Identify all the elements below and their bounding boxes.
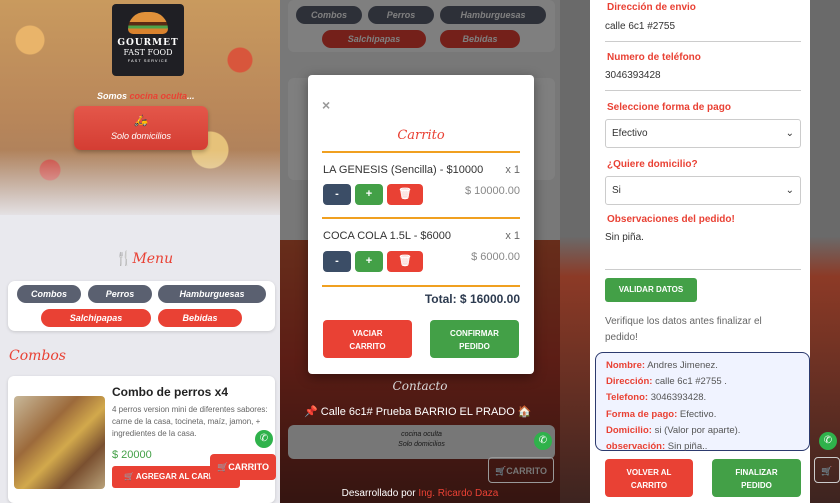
home-icon: 🏠 (517, 406, 532, 418)
floating-cart-button[interactable]: 🛒 (814, 457, 840, 483)
floating-cart-button[interactable]: 🛒CARRITO (210, 454, 276, 480)
whatsapp-icon[interactable]: ✆ (534, 432, 552, 450)
product-price: $ 20000 (112, 449, 152, 461)
menu-title: 🍴Menu (115, 251, 174, 267)
back-to-cart-button[interactable]: VOLVER AL CARRITO (605, 459, 693, 497)
cart-item-name: COCA COLA 1.5L - $6000 (323, 230, 451, 242)
product-card: Combo de perros x4 4 perros version mini… (8, 376, 275, 503)
summary-row: Dirección: calle 6c1 #2755 . (606, 376, 727, 388)
floating-cart-button[interactable]: 🛒CARRITO (488, 457, 554, 483)
menu-screen: GOURMET FAST FOOD FAST SERVICE Somos coc… (0, 0, 280, 503)
order-summary: Nombre: Andres Jimenez. Dirección: calle… (595, 352, 810, 452)
cart-item-name: LA GENESIS (Sencilla) - $10000 (323, 164, 484, 176)
section-title: Combos (9, 348, 66, 364)
verify-note: Verifique los datos antes finalizar el p… (605, 316, 762, 343)
delivery-label: ¿Quiere domicilio? (607, 159, 698, 170)
delete-item-button[interactable]: 🗑 (387, 251, 423, 272)
cart-item-subtotal: $ 6000.00 (471, 251, 520, 263)
category-combos[interactable]: Combos (17, 285, 81, 303)
delivery-select[interactable]: Si ⌄ (605, 176, 801, 205)
contact-address: 📌 Calle 6c1# Prueba BARRIO EL PRADO 🏠 (304, 406, 532, 418)
trash-icon: 🗑 (398, 255, 412, 267)
delete-item-button[interactable]: 🗑 (387, 184, 423, 205)
checkout-form: Dirección de envio calle 6c1 #2755 Numer… (590, 0, 810, 503)
payment-label: Seleccione forma de pago (607, 102, 731, 113)
confirm-order-button[interactable]: CONFIRMAR PEDIDO (430, 320, 519, 358)
summary-row: observación: Sin piña.. (606, 441, 708, 453)
validate-data-button[interactable]: VALIDAR DATOS (605, 278, 697, 302)
summary-row: Nombre: Andres Jimenez. (606, 360, 718, 371)
clear-cart-button[interactable]: VACIAR CARRITO (323, 320, 412, 358)
cart-modal: × Carrito LA GENESIS (Sencilla) - $10000… (308, 75, 534, 374)
notes-field[interactable]: Sin piña. (605, 232, 644, 243)
cart-item-qty: x 1 (505, 164, 520, 176)
decrease-qty-button[interactable]: - (323, 184, 351, 205)
summary-row: Telefono: 3046393428. (606, 392, 707, 404)
phone-label: Numero de teléfono (607, 52, 701, 63)
burger-icon (128, 12, 168, 34)
close-icon[interactable]: × (322, 97, 330, 113)
phone-field[interactable]: 3046393428 (605, 70, 661, 81)
contact-title: Contacto (392, 379, 448, 393)
cart-total: Total: $ 16000.00 (424, 292, 520, 306)
delivery-only-button[interactable]: 🛵 Solo domicilios (74, 106, 208, 150)
whatsapp-icon[interactable]: ✆ (255, 430, 273, 448)
summary-row: Domicilio: si (Valor por aparte). (606, 424, 741, 436)
category-menu: Combos Perros Hamburguesas Salchipapas B… (8, 281, 275, 331)
fork-knife-icon: 🍴 (115, 251, 133, 267)
category-perros[interactable]: Perros (88, 285, 152, 303)
chevron-down-icon: ⌄ (785, 128, 794, 139)
chevron-down-icon: ⌄ (785, 185, 794, 196)
payment-select[interactable]: Efectivo ⌄ (605, 119, 801, 148)
category-bebidas[interactable]: Bebidas (158, 309, 242, 327)
cart-item-subtotal: $ 10000.00 (464, 185, 520, 197)
address-label: Dirección de envio (607, 2, 696, 13)
increase-qty-button[interactable]: + (355, 184, 383, 205)
product-image (14, 396, 105, 489)
cart-icon: 🛒 (494, 466, 507, 476)
brand-logo: GOURMET FAST FOOD FAST SERVICE (112, 4, 184, 76)
pin-icon: 📌 (304, 406, 318, 418)
product-name: Combo de perros x4 (112, 385, 229, 399)
modal-title: Carrito (397, 128, 445, 143)
tagline: Somos cocina oculta... (97, 91, 195, 101)
checkout-form-screen: Dirección de envio calle 6c1 #2755 Numer… (560, 0, 840, 503)
address-field[interactable]: calle 6c1 #2755 (605, 21, 675, 32)
footer-credits: Desarrollado por Ing. Ricardo Daza (341, 488, 499, 499)
category-salchipapas[interactable]: Salchipapas (41, 309, 151, 327)
product-description: 4 perros version mini de diferentes sabo… (112, 405, 268, 438)
cart-icon: 🛒 (216, 462, 229, 472)
motorcycle-icon: 🛵 (134, 115, 148, 127)
category-hamburguesas[interactable]: Hamburguesas (158, 285, 266, 303)
cart-icon: 🛒 (821, 466, 833, 476)
cart-item-qty: x 1 (505, 230, 520, 242)
trash-icon: 🗑 (398, 188, 412, 200)
decrease-qty-button[interactable]: - (323, 251, 351, 272)
cart-modal-screen: Combos Perros Hamburguesas Salchipapas B… (280, 0, 560, 503)
summary-row: Forma de pago: Efectivo. (606, 408, 717, 420)
notes-label: Observaciones del pedido! (607, 214, 735, 225)
cart-icon: 🛒 (124, 472, 134, 481)
finish-order-button[interactable]: FINALIZAR PEDIDO (712, 459, 801, 497)
whatsapp-icon[interactable]: ✆ (819, 432, 837, 450)
increase-qty-button[interactable]: + (355, 251, 383, 272)
